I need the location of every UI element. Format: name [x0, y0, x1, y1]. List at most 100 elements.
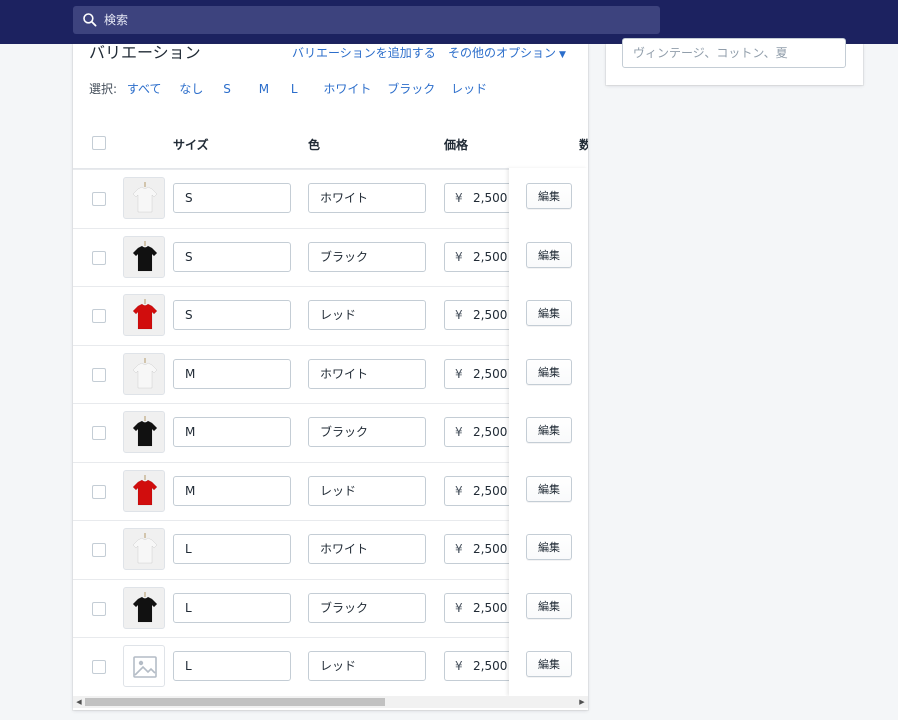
price-input[interactable]: ¥2,500: [444, 593, 514, 623]
size-input[interactable]: M: [173, 476, 291, 506]
variants-card: バリエーション バリエーションを追加する その他のオプション ▼ 選択: すべて …: [73, 44, 588, 710]
price-input[interactable]: ¥2,500: [444, 476, 514, 506]
select-all-link[interactable]: すべて: [127, 80, 162, 97]
price-input[interactable]: ¥2,500: [444, 534, 514, 564]
color-input[interactable]: レッド: [308, 300, 426, 330]
size-input[interactable]: S: [173, 183, 291, 213]
price-value: 2,500: [473, 425, 508, 439]
row-checkbox[interactable]: [92, 602, 106, 616]
color-input[interactable]: ブラック: [308, 242, 426, 272]
price-value: 2,500: [473, 484, 508, 498]
currency-symbol: ¥: [455, 484, 463, 498]
size-input[interactable]: M: [173, 359, 291, 389]
color-input[interactable]: ホワイト: [308, 183, 426, 213]
select-all-checkbox[interactable]: [92, 136, 106, 150]
row-checkbox[interactable]: [92, 309, 106, 323]
horizontal-scrollbar[interactable]: ◀ ▶: [73, 696, 588, 708]
price-value: 2,500: [473, 191, 508, 205]
color-input[interactable]: ホワイト: [308, 534, 426, 564]
edit-button[interactable]: 編集: [526, 651, 572, 677]
select-size-s-link[interactable]: S: [223, 82, 231, 96]
color-input[interactable]: ブラック: [308, 593, 426, 623]
price-value: 2,500: [473, 308, 508, 322]
search-icon: [83, 13, 97, 27]
image-placeholder-icon[interactable]: [123, 645, 165, 687]
variant-thumbnail[interactable]: [123, 587, 165, 629]
variant-thumbnail[interactable]: [123, 411, 165, 453]
color-input[interactable]: ブラック: [308, 417, 426, 447]
edit-button[interactable]: 編集: [526, 534, 572, 560]
row-checkbox[interactable]: [92, 426, 106, 440]
size-input[interactable]: L: [173, 534, 291, 564]
variant-thumbnail[interactable]: [123, 470, 165, 512]
more-options-label: その他のオプション: [448, 46, 557, 60]
color-input[interactable]: ホワイト: [308, 359, 426, 389]
row-checkbox[interactable]: [92, 251, 106, 265]
edit-button[interactable]: 編集: [526, 476, 572, 502]
currency-symbol: ¥: [455, 601, 463, 615]
edit-button[interactable]: 編集: [526, 183, 572, 209]
size-input[interactable]: L: [173, 651, 291, 681]
edit-column: 編集 編集 編集 編集 編集 編集 編集 編集 編集: [509, 168, 588, 696]
edit-button[interactable]: 編集: [526, 417, 572, 443]
size-input[interactable]: M: [173, 417, 291, 447]
currency-symbol: ¥: [455, 425, 463, 439]
row-checkbox[interactable]: [92, 485, 106, 499]
price-input[interactable]: ¥2,500: [444, 417, 514, 447]
color-input[interactable]: レッド: [308, 651, 426, 681]
price-input[interactable]: ¥2,500: [444, 183, 514, 213]
more-options-link[interactable]: その他のオプション ▼: [448, 44, 566, 61]
search-bar[interactable]: [73, 6, 660, 34]
row-checkbox[interactable]: [92, 192, 106, 206]
variant-thumbnail[interactable]: [123, 528, 165, 570]
scroll-right-icon[interactable]: ▶: [576, 696, 588, 708]
edit-button[interactable]: 編集: [526, 593, 572, 619]
price-value: 2,500: [473, 367, 508, 381]
select-size-m-link[interactable]: M: [259, 82, 269, 96]
scroll-left-icon[interactable]: ◀: [73, 696, 85, 708]
select-red-link[interactable]: レッド: [451, 80, 487, 97]
edit-button[interactable]: 編集: [526, 359, 572, 385]
price-value: 2,500: [473, 250, 508, 264]
size-input[interactable]: S: [173, 242, 291, 272]
currency-symbol: ¥: [455, 308, 463, 322]
select-size-l-link[interactable]: L: [291, 82, 298, 96]
edit-button[interactable]: 編集: [526, 242, 572, 268]
color-input[interactable]: レッド: [308, 476, 426, 506]
search-input[interactable]: [104, 13, 660, 27]
edit-button[interactable]: 編集: [526, 300, 572, 326]
select-filter-row: 選択: すべて なし S M L ホワイト ブラック レッド: [89, 80, 487, 97]
price-value: 2,500: [473, 659, 508, 673]
currency-symbol: ¥: [455, 659, 463, 673]
price-value: 2,500: [473, 542, 508, 556]
variant-thumbnail[interactable]: [123, 236, 165, 278]
select-black-link[interactable]: ブラック: [387, 80, 435, 97]
currency-symbol: ¥: [455, 250, 463, 264]
variant-thumbnail[interactable]: [123, 177, 165, 219]
currency-symbol: ¥: [455, 542, 463, 556]
row-checkbox[interactable]: [92, 543, 106, 557]
tags-card: [606, 38, 863, 85]
price-input[interactable]: ¥2,500: [444, 359, 514, 389]
price-input[interactable]: ¥2,500: [444, 300, 514, 330]
variant-thumbnail[interactable]: [123, 353, 165, 395]
column-header-price: 価格: [444, 138, 469, 152]
column-header-color: 色: [308, 138, 321, 152]
scrollbar-thumb[interactable]: [85, 698, 385, 706]
select-white-link[interactable]: ホワイト: [323, 80, 371, 97]
currency-symbol: ¥: [455, 191, 463, 205]
price-input[interactable]: ¥2,500: [444, 242, 514, 272]
price-input[interactable]: ¥2,500: [444, 651, 514, 681]
size-input[interactable]: L: [173, 593, 291, 623]
row-checkbox[interactable]: [92, 368, 106, 382]
column-header-size: サイズ: [173, 138, 209, 152]
variants-title: バリエーション: [89, 44, 201, 62]
add-variant-link[interactable]: バリエーションを追加する: [292, 44, 436, 61]
row-checkbox[interactable]: [92, 660, 106, 674]
select-none-link[interactable]: なし: [179, 80, 203, 97]
select-label: 選択:: [89, 82, 118, 96]
variant-thumbnail[interactable]: [123, 294, 165, 336]
currency-symbol: ¥: [455, 367, 463, 381]
size-input[interactable]: S: [173, 300, 291, 330]
tags-input[interactable]: [622, 38, 846, 68]
